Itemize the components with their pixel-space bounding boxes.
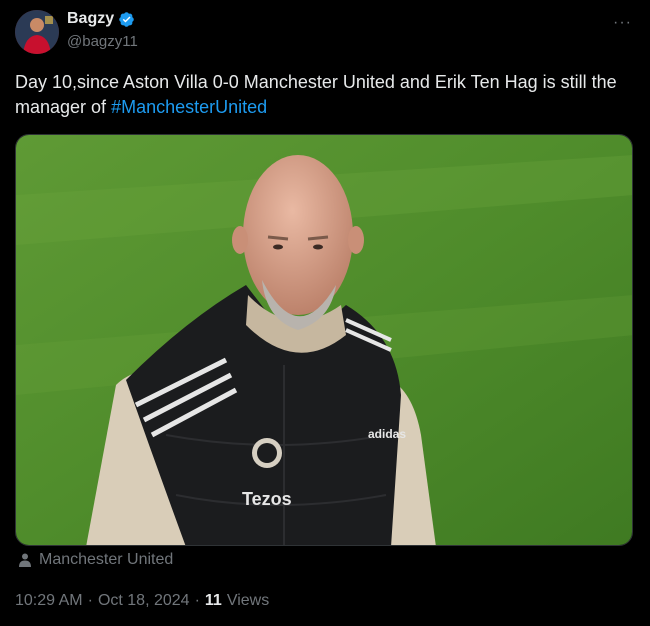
- jersey-sponsor: Tezos: [242, 489, 292, 509]
- avatar[interactable]: [15, 10, 59, 54]
- views-label: Views: [226, 592, 270, 609]
- tweet-meta: 10:29 AM · Oct 18, 2024 · 11 Views: [15, 592, 269, 610]
- tweet-time[interactable]: 10:29 AM: [15, 592, 83, 610]
- hashtag-link[interactable]: #ManchesterUnited: [111, 97, 267, 117]
- location-tag[interactable]: Manchester United: [17, 551, 173, 569]
- tweet-body: Day 10,since Aston Villa 0-0 Manchester …: [15, 72, 617, 117]
- meta-separator: ·: [87, 592, 93, 609]
- jersey-brand: adidas: [368, 427, 406, 441]
- verified-badge-icon: [119, 11, 134, 27]
- views-count[interactable]: 11: [205, 592, 222, 610]
- person-icon: [19, 553, 31, 567]
- tweet-text: Day 10,since Aston Villa 0-0 Manchester …: [15, 70, 625, 120]
- author-name[interactable]: Bagzy: [67, 10, 114, 28]
- meta-separator: ·: [194, 592, 200, 609]
- more-options-icon[interactable]: ···: [613, 14, 632, 32]
- author-handle[interactable]: @bagzy11: [67, 33, 138, 50]
- tweet-photo[interactable]: Tezos adidas: [15, 134, 633, 546]
- tweet-date[interactable]: Oct 18, 2024: [98, 592, 190, 610]
- location-label: Manchester United: [39, 551, 174, 568]
